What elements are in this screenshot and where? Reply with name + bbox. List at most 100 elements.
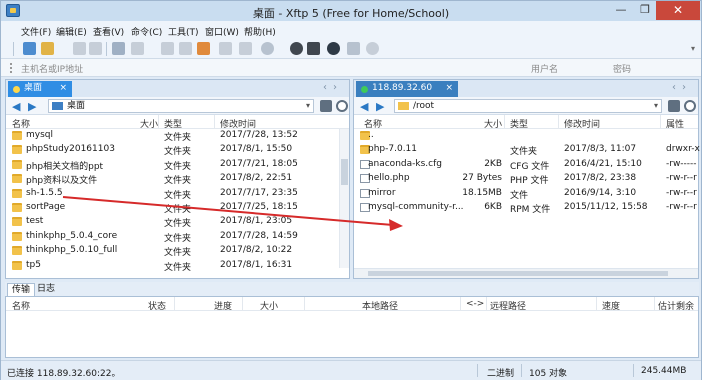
minimize-button[interactable]: —: [609, 1, 633, 20]
column-divider[interactable]: [558, 115, 559, 129]
restore-button[interactable]: ❐: [633, 1, 657, 20]
close-tab-icon[interactable]: ×: [59, 81, 67, 96]
cell-modified: 2017/8/2, 23:38: [564, 173, 637, 184]
col-speed[interactable]: 速度: [602, 299, 620, 312]
transfer-icon[interactable]: [131, 42, 144, 55]
file-row[interactable]: test 文件夹 2017/8/1, 23:05: [6, 215, 349, 229]
sync-icon[interactable]: [197, 42, 210, 55]
col-direction[interactable]: <->: [466, 299, 484, 309]
cell-name: phpStudy20161103: [26, 144, 115, 155]
cell-modified: 2017/8/2, 22:51: [220, 173, 293, 184]
remote-path-input[interactable]: /root ▾: [394, 99, 662, 113]
disconnect-icon[interactable]: [89, 42, 102, 55]
host-address-input[interactable]: 主机名或IP地址: [21, 62, 523, 75]
new-session-icon[interactable]: [23, 42, 36, 55]
folder-icon: [12, 260, 22, 270]
local-vertical-scrollbar[interactable]: [339, 129, 349, 268]
properties-icon[interactable]: [112, 42, 125, 55]
cell-size: 2KB: [484, 158, 502, 169]
open-folder-icon[interactable]: [41, 42, 54, 55]
refresh-icon[interactable]: [336, 100, 348, 112]
col-remote-path[interactable]: 远程路径: [490, 299, 526, 312]
column-divider[interactable]: [654, 297, 655, 311]
col-transfer-name[interactable]: 名称: [12, 299, 30, 312]
forward-arrow-icon[interactable]: ▶: [376, 100, 384, 113]
tab-local-desktop[interactable]: 桌面 ×: [8, 81, 72, 97]
folder-view-icon[interactable]: [320, 100, 332, 112]
menu-help[interactable]: 帮助(H): [244, 25, 276, 38]
script-icon[interactable]: [347, 42, 360, 55]
close-button[interactable]: ✕: [656, 1, 700, 20]
tab-scroll-arrows[interactable]: ‹›: [323, 82, 343, 93]
xshell-icon[interactable]: [290, 42, 303, 55]
column-divider[interactable]: [174, 297, 175, 311]
column-divider[interactable]: [158, 115, 159, 129]
column-divider[interactable]: [596, 297, 597, 311]
file-row[interactable]: thinkphp_5.0.10_full 文件夹 2017/8/2, 10:22: [6, 244, 349, 258]
column-divider[interactable]: [486, 297, 487, 311]
chevron-down-icon[interactable]: ▾: [306, 100, 310, 112]
file-row[interactable]: anaconda-ks.cfg 2KB CFG 文件 2016/4/21, 15:10…: [354, 158, 698, 172]
chevron-down-icon[interactable]: ▾: [654, 100, 658, 112]
tab-transfers[interactable]: 传输: [7, 283, 36, 296]
help-icon[interactable]: [366, 42, 379, 55]
column-divider[interactable]: [660, 115, 661, 129]
menu-view[interactable]: 查看(V): [93, 25, 124, 38]
col-transfer-status[interactable]: 状态: [148, 299, 166, 312]
username-field[interactable]: 用户名: [531, 62, 609, 75]
globe-icon[interactable]: [261, 42, 274, 55]
file-row[interactable]: tp5 文件夹 2017/8/1, 16:31: [6, 259, 349, 273]
scrollbar-thumb[interactable]: [368, 271, 668, 276]
back-arrow-icon[interactable]: ◀: [12, 100, 20, 113]
file-row[interactable]: php资料以及文件 文件夹 2017/8/2, 22:51: [6, 172, 349, 186]
cell-modified: 2017/8/1, 23:05: [220, 216, 293, 227]
column-divider[interactable]: [242, 297, 243, 311]
forward-arrow-icon[interactable]: ▶: [28, 100, 36, 113]
menu-file[interactable]: 文件(F): [21, 25, 51, 38]
local-path-input[interactable]: 桌面 ▾: [48, 99, 314, 113]
col-eta[interactable]: 估计剩余: [658, 299, 694, 312]
file-row[interactable]: sh-1.5.5 文件夹 2017/7/17, 23:35: [6, 187, 349, 201]
xmanager-icon[interactable]: [307, 42, 320, 55]
scrollbar-thumb[interactable]: [341, 159, 348, 185]
file-row[interactable]: thinkphp_5.0.4_core 文件夹 2017/7/28, 14:59: [6, 230, 349, 244]
col-transfer-size[interactable]: 大小: [260, 299, 278, 312]
column-divider[interactable]: [460, 297, 461, 311]
col-transfer-progress[interactable]: 进度: [214, 299, 232, 312]
close-tab-icon[interactable]: ×: [445, 81, 453, 96]
menu-edit[interactable]: 编辑(E): [56, 25, 87, 38]
column-divider[interactable]: [214, 115, 215, 129]
connect-icon[interactable]: [73, 42, 86, 55]
refresh-icon[interactable]: [684, 100, 696, 112]
tab-scroll-arrows[interactable]: ‹›: [672, 82, 692, 93]
tab-remote-host[interactable]: 118.89.32.60 ×: [356, 81, 458, 97]
delete-icon[interactable]: [239, 42, 252, 55]
file-row[interactable]: hello.php 27 Bytes PHP 文件 2017/8/2, 23:38 -r…: [354, 172, 698, 186]
back-arrow-icon[interactable]: ◀: [360, 100, 368, 113]
tab-log[interactable]: 日志: [33, 283, 59, 296]
file-row[interactable]: php相关文档的ppt 文件夹 2017/7/21, 18:05: [6, 158, 349, 172]
copy-icon[interactable]: [161, 42, 174, 55]
cell-name: thinkphp_5.0.4_core: [26, 230, 118, 241]
menu-window[interactable]: 窗口(W): [205, 25, 239, 38]
file-row[interactable]: ..: [354, 129, 698, 143]
file-row[interactable]: mirror 18.15MB 文件 2016/9/14, 3:10 -rw-r--r: [354, 187, 698, 201]
column-divider[interactable]: [304, 297, 305, 311]
file-row[interactable]: mysql-community-r... 6KB RPM 文件 2015/11/12,…: [354, 201, 698, 215]
folder-icon: [12, 246, 22, 256]
folder-view-icon[interactable]: [668, 100, 680, 112]
remote-horizontal-scrollbar[interactable]: [354, 268, 698, 278]
folder-compare-icon[interactable]: [219, 42, 232, 55]
menu-command[interactable]: 命令(C): [131, 25, 162, 38]
column-divider[interactable]: [504, 115, 505, 129]
file-row[interactable]: phpStudy20161103 文件夹 2017/8/1, 15:50: [6, 143, 349, 157]
menu-tools[interactable]: 工具(T): [168, 25, 199, 38]
gear-icon[interactable]: [327, 42, 340, 55]
file-row[interactable]: php-7.0.11 文件夹 2017/8/3, 11:07 drwxr-x: [354, 143, 700, 157]
file-row[interactable]: sortPage 文件夹 2017/7/25, 18:15: [6, 201, 349, 215]
toolbar-overflow-icon[interactable]: ▾: [691, 44, 695, 53]
file-row[interactable]: mysql 文件夹 2017/7/28, 13:52: [6, 129, 349, 143]
col-local-path[interactable]: 本地路径: [362, 299, 398, 312]
password-field[interactable]: 密码: [613, 62, 693, 75]
paste-icon[interactable]: [179, 42, 192, 55]
